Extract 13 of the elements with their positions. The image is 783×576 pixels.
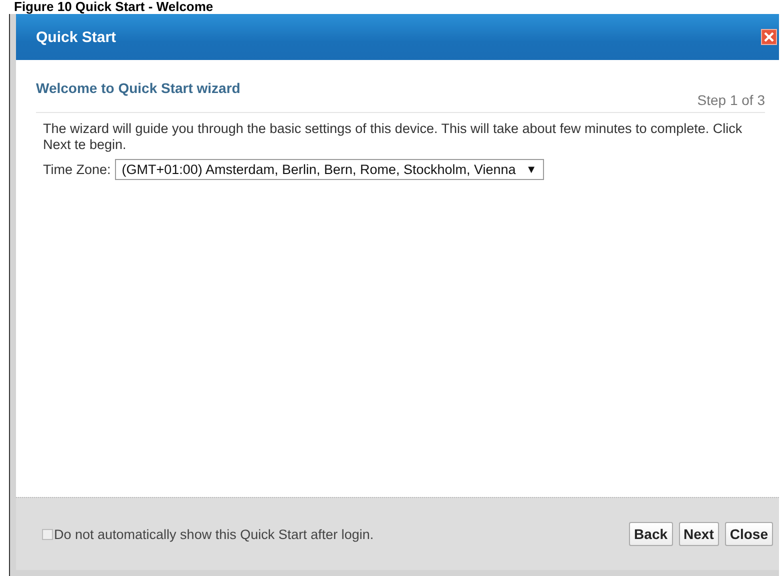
- wizard-heading: Welcome to Quick Start wizard: [36, 80, 240, 96]
- time-zone-dropdown[interactable]: (GMT+01:00) Amsterdam, Berlin, Bern, Rome, Stockholm, Vienna ▼: [114, 159, 544, 180]
- step-indicator: Step 1 of 3: [697, 91, 765, 108]
- window-title: Quick Start: [36, 28, 116, 46]
- intro-text: The wizard will guide you through the basic settings of this device. This will take about few minutes to complete. Click Next te begin.: [43, 121, 744, 153]
- close-icon[interactable]: [761, 29, 777, 45]
- figure-caption: Figure 10 Quick Start - Welcome: [13, 0, 214, 14]
- checkbox-label: Do not automatically show this Quick Start after login.: [54, 526, 374, 542]
- time-zone-label: Time Zone:: [43, 162, 111, 177]
- dialog-button[interactable]: Back: [629, 522, 673, 546]
- dialog-button[interactable]: Close: [724, 522, 773, 546]
- dialog-button[interactable]: Next: [678, 522, 719, 546]
- checkbox[interactable]: [42, 528, 53, 540]
